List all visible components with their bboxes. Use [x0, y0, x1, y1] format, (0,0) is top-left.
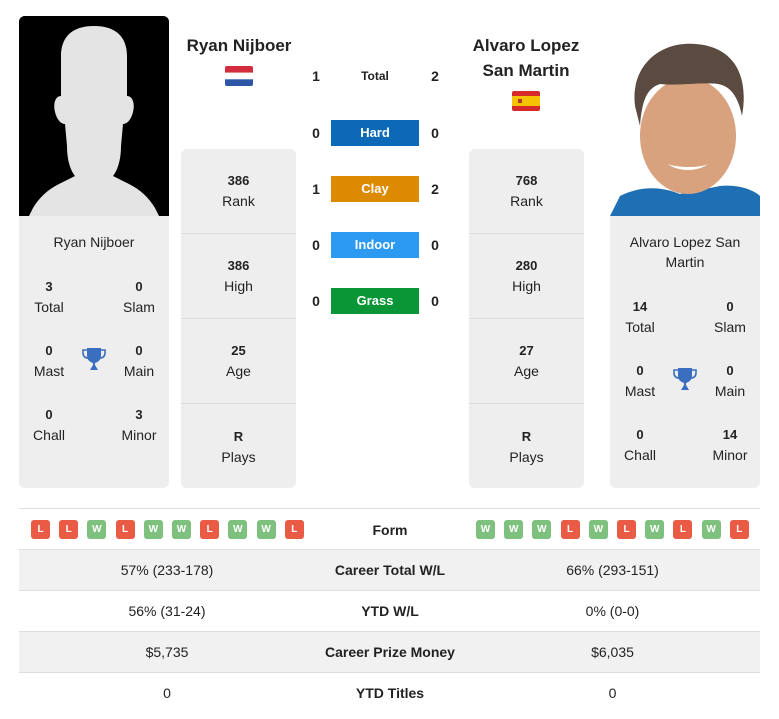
h2h-total-row: 1 Total 2	[300, 63, 460, 89]
player-portrait-icon	[610, 36, 760, 216]
titles-minor: 14 Minor	[712, 427, 748, 463]
form-loss-badge[interactable]: L	[31, 520, 50, 539]
surface-total-label: Total	[361, 69, 389, 83]
stat-plays: R Plays	[509, 428, 544, 465]
h2h-right-count: 0	[431, 237, 439, 253]
h2h-left-count: 0	[312, 293, 320, 309]
player-right-name-line2: San Martin	[482, 61, 570, 80]
h2h-grass-row: 0 Grass 0	[300, 288, 460, 314]
stat-high: 280 High	[469, 234, 584, 319]
spain-flag-icon	[512, 91, 540, 111]
titles-minor: 3 Minor	[121, 407, 157, 443]
h2h-left-count: 1	[312, 68, 320, 84]
player-left-stats: 386 Rank 386 High 25 Age R Plays	[181, 149, 296, 488]
surface-hard-badge[interactable]: Hard	[331, 120, 419, 146]
form-loss-badge[interactable]: L	[673, 520, 693, 539]
form-loss-badge[interactable]: L	[560, 520, 580, 539]
form-win-badge[interactable]: W	[143, 520, 163, 539]
trophy-icon	[672, 366, 698, 392]
form-loss-badge[interactable]: L	[729, 520, 749, 539]
row-label: YTD W/L	[361, 603, 419, 619]
titles-total: 14 Total	[625, 299, 655, 335]
h2h-right-count: 2	[431, 68, 439, 84]
right-value: 0	[608, 685, 617, 701]
player-left-card-name: Ryan Nijboer	[53, 234, 135, 250]
titles-mast: 0 Mast	[33, 343, 65, 379]
form-label: Form	[372, 522, 408, 538]
form-loss-badge[interactable]: L	[617, 520, 636, 539]
player-right-titles-card: Alvaro Lopez San Martin 14 Total 0 Slam …	[610, 216, 760, 488]
form-loss-badge[interactable]: L	[200, 520, 220, 539]
surface-clay-badge[interactable]: Clay	[331, 176, 419, 202]
h2h-hard-row: 0 Hard 0	[300, 120, 460, 146]
h2h-indoor-row: 0 Indoor 0	[300, 232, 460, 258]
form-loss-badge[interactable]: L	[115, 520, 135, 539]
titles-main: 0 Main	[123, 343, 155, 379]
netherlands-flag-icon	[225, 66, 253, 86]
row-label: Career Total W/L	[334, 562, 446, 578]
h2h-right-count: 2	[431, 181, 439, 197]
player-right-stats: 768 Rank 280 High 27 Age R Plays	[469, 149, 584, 488]
stat-rank: 768 Rank	[469, 149, 584, 234]
row-label: Career Prize Money	[325, 644, 455, 660]
titles-slam: 0 Slam	[123, 279, 155, 315]
player-right-name-line1: Alvaro Lopez	[472, 36, 580, 55]
titles-chall: 0 Chall	[33, 407, 65, 443]
player-right-card-name: Alvaro Lopez San Martin	[629, 234, 741, 270]
left-value: $5,735	[145, 644, 189, 660]
h2h-right-count: 0	[431, 125, 439, 141]
right-value: 0% (0-0)	[585, 603, 640, 619]
form-win-badge[interactable]: W	[645, 520, 665, 539]
table-row-career-wl: 57% (233-178) Career Total W/L 66% (293-…	[19, 549, 760, 590]
form-win-badge[interactable]: W	[532, 520, 552, 539]
form-win-badge[interactable]: W	[228, 520, 248, 539]
left-value: 57% (233-178)	[120, 562, 214, 578]
player-right-photo	[610, 36, 760, 216]
surface-grass-badge[interactable]: Grass	[331, 288, 419, 314]
h2h-left-count: 1	[312, 181, 320, 197]
player-left-photo	[19, 16, 169, 216]
titles-slam: 0 Slam	[714, 299, 746, 335]
form-win-badge[interactable]: W	[701, 520, 721, 539]
form-win-badge[interactable]: W	[87, 520, 107, 539]
form-win-badge[interactable]: W	[256, 520, 276, 539]
table-row-ytd-wl: 56% (31-24) YTD W/L 0% (0-0)	[19, 590, 760, 631]
table-row-prize-money: $5,735 Career Prize Money $6,035	[19, 631, 760, 672]
table-row-ytd-titles: 0 YTD Titles 0	[19, 672, 760, 713]
titles-total: 3 Total	[34, 279, 64, 315]
form-win-badge[interactable]: W	[476, 520, 495, 539]
left-value: 56% (31-24)	[128, 603, 206, 619]
titles-mast: 0 Mast	[624, 363, 656, 399]
player-right-name[interactable]: Alvaro Lopez San Martin	[456, 33, 596, 83]
form-win-badge[interactable]: W	[504, 520, 524, 539]
right-value: 66% (293-151)	[566, 562, 659, 578]
player-left-titles-card: Ryan Nijboer 3 Total 0 Slam 0 Mast 0 Mai…	[19, 216, 169, 488]
h2h-left-count: 0	[312, 237, 320, 253]
form-loss-badge[interactable]: L	[59, 520, 79, 539]
h2h-left-count: 0	[312, 125, 320, 141]
trophy-icon	[81, 346, 107, 372]
form-loss-badge[interactable]: L	[284, 520, 304, 539]
form-win-badge[interactable]: W	[588, 520, 608, 539]
h2h-right-count: 0	[431, 293, 439, 309]
form-win-badge[interactable]: W	[172, 520, 191, 539]
row-label: YTD Titles	[355, 685, 425, 701]
titles-main: 0 Main	[714, 363, 746, 399]
stat-age: 27 Age	[469, 319, 584, 404]
player-silhouette-icon	[19, 16, 169, 216]
stat-plays: R Plays	[221, 428, 256, 465]
stat-rank: 386 Rank	[181, 149, 296, 234]
right-value: $6,035	[591, 644, 634, 660]
player-left-name[interactable]: Ryan Nijboer	[174, 33, 304, 58]
divider	[19, 508, 760, 509]
stat-age: 25 Age	[181, 319, 296, 404]
h2h-clay-row: 1 Clay 2	[300, 176, 460, 202]
surface-indoor-badge[interactable]: Indoor	[331, 232, 419, 258]
left-value: 0	[163, 685, 171, 701]
titles-chall: 0 Chall	[624, 427, 656, 463]
stat-high: 386 High	[181, 234, 296, 319]
